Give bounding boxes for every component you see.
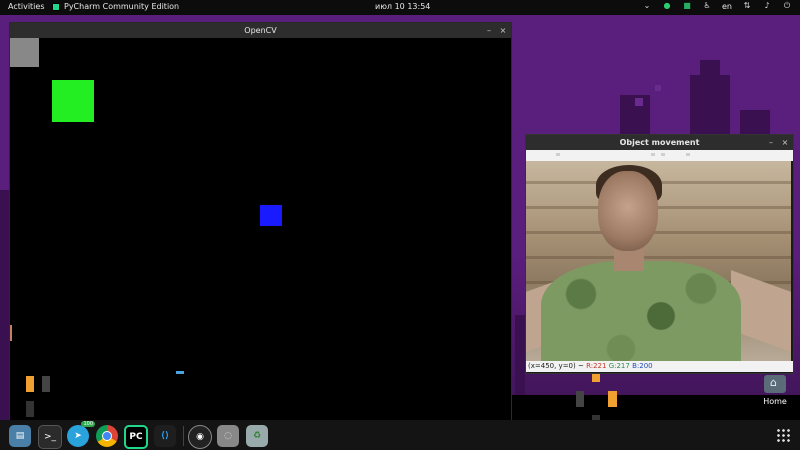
minimize-button[interactable]: – — [483, 23, 495, 38]
minimize-button[interactable]: – — [765, 135, 777, 150]
red-value: R:221 — [586, 362, 607, 370]
opencv-canvas[interactable] — [10, 38, 511, 421]
app-menu[interactable]: PyCharm Community Edition — [52, 2, 179, 11]
dark-marker — [26, 401, 34, 417]
pixel-status-bar: (x=450, y=0) ~ R:221 G:217 B:200 — [526, 361, 793, 372]
green-square — [52, 80, 94, 122]
obs-icon[interactable]: ◉ — [188, 425, 212, 449]
green-square-icon[interactable]: ■ — [682, 1, 692, 11]
dock-separator — [183, 426, 184, 446]
window-title: OpenCV — [244, 26, 277, 35]
orange-marker — [26, 376, 34, 392]
clock[interactable]: июл 10 13:54 — [375, 2, 430, 11]
activities-button[interactable]: Activities — [8, 2, 45, 11]
top-bar: Activities PyCharm Community Edition июл… — [0, 0, 800, 15]
close-button[interactable]: × — [779, 135, 791, 150]
window-toolbar — [526, 150, 793, 161]
show-apps-icon[interactable] — [776, 428, 790, 442]
app-name: PyCharm Community Edition — [64, 2, 180, 11]
dark-marker — [576, 391, 584, 407]
blue-square — [260, 205, 282, 226]
volume-icon[interactable]: ♪ — [762, 1, 772, 11]
camera-feed[interactable] — [526, 161, 791, 361]
terminal-icon[interactable]: >_ — [38, 425, 62, 449]
object-movement-window: Object movement – × (x=450, y=0) ~ R:221… — [525, 134, 794, 374]
orange-marker — [608, 391, 617, 407]
language-indicator[interactable]: en — [722, 2, 732, 11]
telegram-badge: 100 — [81, 421, 95, 427]
pycharm-icon[interactable]: PC — [124, 425, 148, 449]
green-circle-icon[interactable]: ● — [662, 1, 672, 11]
opencv-titlebar[interactable]: OpenCV – × — [10, 23, 511, 38]
gray-square — [10, 38, 39, 67]
power-icon[interactable]: ⏻ — [782, 1, 792, 11]
trash-icon[interactable]: ♻ — [246, 425, 268, 447]
vscode-icon[interactable]: ⟨⟩ — [154, 425, 176, 447]
blue-value: B:200 — [632, 362, 653, 370]
accessibility-icon[interactable]: ♿ — [702, 1, 712, 11]
home-folder[interactable]: Home — [760, 375, 790, 406]
home-label: Home — [763, 397, 787, 406]
tan-line — [10, 325, 12, 341]
home-folder-icon — [764, 375, 786, 393]
disk-icon[interactable]: ◌ — [217, 425, 239, 447]
pycharm-small-icon — [52, 2, 60, 11]
dark-marker — [42, 376, 50, 392]
close-button[interactable]: × — [497, 23, 509, 38]
chrome-icon[interactable] — [96, 425, 118, 447]
small-blue-marker — [176, 371, 184, 374]
object-movement-titlebar[interactable]: Object movement – × — [526, 135, 793, 150]
person-face — [598, 171, 658, 251]
dock: ▤ >_ ➤ 100 PC ⟨⟩ ◉ ◌ ♻ — [0, 420, 800, 450]
network-icon[interactable]: ⇅ — [742, 1, 752, 11]
files-icon[interactable]: ▤ — [9, 425, 31, 447]
opencv-window: OpenCV – × — [9, 22, 512, 422]
green-value: G:217 — [608, 362, 630, 370]
cursor-coords: (x=450, y=0) ~ — [528, 362, 584, 370]
system-tray[interactable]: ⌄ ● ■ ♿ en ⇅ ♪ ⏻ — [642, 1, 792, 11]
telegram-icon[interactable]: ➤ 100 — [67, 421, 95, 447]
chevron-down-icon[interactable]: ⌄ — [642, 1, 652, 11]
person-shirt — [541, 261, 741, 361]
window-title: Object movement — [619, 138, 700, 147]
